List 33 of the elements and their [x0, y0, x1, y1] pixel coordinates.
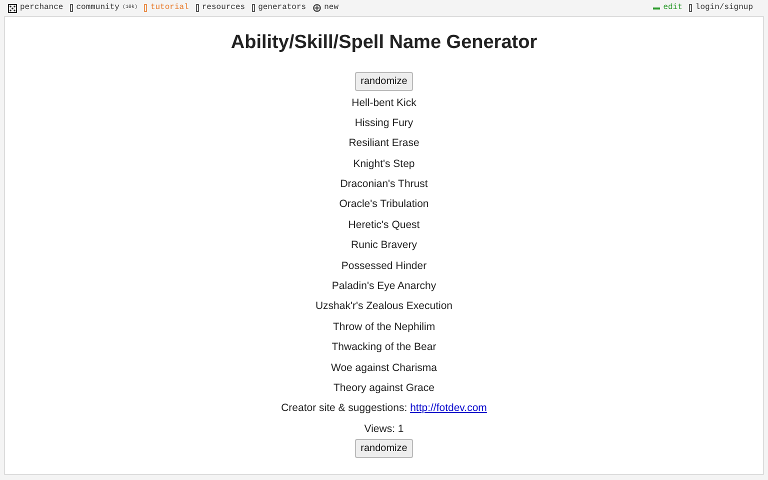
- generated-name: Resiliant Erase: [348, 137, 420, 150]
- generated-name: Paladin's Eye Anarchy: [332, 280, 436, 292]
- nav-link[interactable]: generators: [252, 2, 306, 14]
- randomize-button[interactable]: randomize: [354, 72, 414, 90]
- nav-link[interactable]: new: [313, 2, 338, 14]
- generated-name: Heretic's Quest: [348, 218, 420, 231]
- generated-name: Thwacking of the Bear: [332, 341, 436, 354]
- randomize-button[interactable]: randomize: [354, 439, 414, 458]
- generated-name: Hissing Fury: [354, 116, 414, 129]
- glyph-icon: [689, 4, 692, 12]
- generated-name: Knight's Step: [353, 158, 415, 170]
- nav-link[interactable]: perchance: [8, 2, 64, 14]
- creator-label: Creator site & suggestions:: [281, 402, 408, 414]
- glyph-icon: [144, 4, 148, 12]
- generated-name: Possessed Hinder: [341, 260, 427, 272]
- glyph-icon: [252, 4, 256, 12]
- glyph-icon: [196, 4, 199, 12]
- generated-name: Runic Bravery: [351, 239, 417, 252]
- glyph-icon: [70, 4, 74, 12]
- die-icon: [8, 4, 17, 12]
- generated-name: Oracle's Tribulation: [339, 198, 429, 210]
- creator-link[interactable]: http://fotdev.com: [410, 402, 487, 414]
- generated-name: Uzshak'r's Zealous Execution: [315, 300, 453, 312]
- add-icon: [313, 4, 322, 12]
- views-count: Views: 1: [364, 422, 404, 435]
- nav-link[interactable]: resources: [196, 2, 246, 14]
- generated-name: Draconian's Thrust: [340, 178, 428, 190]
- generated-name: Woe against Charisma: [330, 362, 438, 374]
- generated-name: Hell-bent Kick: [352, 96, 416, 108]
- generated-name: Throw of the Nephilim: [332, 320, 436, 333]
- nav-link[interactable]: login/signup: [689, 2, 753, 14]
- page-title: Ability/Skill/Spell Name Generator: [230, 31, 538, 55]
- generated-name: Theory against Grace: [334, 382, 434, 394]
